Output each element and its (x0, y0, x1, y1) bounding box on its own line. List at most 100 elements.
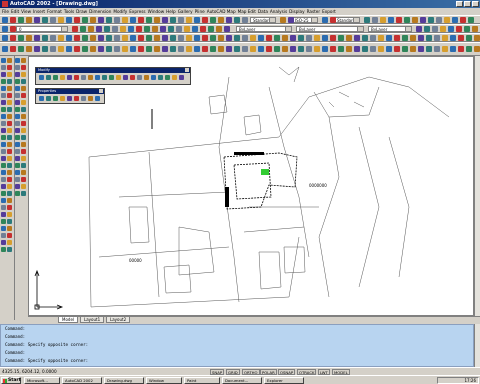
tool-icon[interactable] (7, 198, 12, 203)
palette-tool-icon[interactable] (60, 96, 65, 101)
color-combo[interactable]: ByLayer (236, 26, 292, 32)
palette-tool-icon[interactable] (53, 96, 58, 101)
toolbar-button-icon[interactable] (378, 35, 384, 41)
toolbar-button-icon[interactable] (58, 35, 64, 41)
tool-icon[interactable] (15, 72, 20, 77)
taskbar-item[interactable]: Microsoft... (24, 377, 60, 384)
text-style-combo[interactable]: Standard (250, 17, 276, 23)
palette-tool-icon[interactable] (179, 75, 184, 80)
vertical-scrollbar[interactable] (474, 56, 480, 316)
tool-icon[interactable] (21, 100, 26, 105)
tool-icon[interactable] (1, 79, 6, 84)
palette-tool-icon[interactable] (81, 96, 86, 101)
toolbar-button-icon[interactable] (388, 17, 394, 23)
tool-icon[interactable] (1, 86, 6, 91)
palette-tool-icon[interactable] (60, 75, 65, 80)
toolbar-button-icon[interactable] (266, 35, 272, 41)
tool-icon[interactable] (7, 135, 12, 140)
palette-tool-icon[interactable] (74, 75, 79, 80)
toolbar-button-icon[interactable] (42, 35, 48, 41)
toolbar-button-icon[interactable] (424, 26, 430, 32)
tab-model[interactable]: Model (58, 317, 79, 323)
toolbar-button-icon[interactable] (396, 17, 402, 23)
toolbar-button-icon[interactable] (114, 46, 120, 52)
tool-icon[interactable] (7, 156, 12, 161)
menu-item[interactable]: Modify (113, 8, 127, 15)
palette-tool-icon[interactable] (46, 96, 51, 101)
toolbar-button-icon[interactable] (394, 35, 400, 41)
tool-icon[interactable] (1, 198, 6, 203)
tool-icon[interactable] (1, 233, 6, 238)
toolbar-button-icon[interactable] (426, 35, 432, 41)
tool-icon[interactable] (7, 93, 12, 98)
toolbar-button-icon[interactable] (314, 46, 320, 52)
toolbar-button-icon[interactable] (90, 17, 96, 23)
menu-item[interactable]: Gallery (178, 8, 193, 15)
palette-tool-icon[interactable] (39, 75, 44, 80)
toolbar-button-icon[interactable] (472, 26, 478, 32)
taskbar-item[interactable]: Paint (184, 377, 220, 384)
menu-item[interactable]: Edit (11, 8, 19, 15)
tool-icon[interactable] (1, 184, 6, 189)
toolbar-button-icon[interactable] (250, 35, 256, 41)
toolbar-button-icon[interactable] (2, 17, 8, 23)
menu-item[interactable]: View (21, 8, 31, 15)
table-style-combo[interactable]: Standard (334, 17, 360, 23)
toolbar-button-icon[interactable] (104, 26, 110, 32)
modify-palette[interactable]: Modify (35, 67, 191, 85)
toolbar-button-icon[interactable] (234, 17, 240, 23)
tool-icon[interactable] (15, 79, 20, 84)
toolbar-button-icon[interactable] (34, 46, 40, 52)
tool-icon[interactable] (7, 114, 12, 119)
palette-tool-icon[interactable] (109, 75, 114, 80)
toolbar-button-icon[interactable] (434, 35, 440, 41)
toolbar-button-icon[interactable] (184, 26, 190, 32)
tool-icon[interactable] (1, 114, 6, 119)
toolbar-button-icon[interactable] (50, 46, 56, 52)
tool-icon[interactable] (1, 212, 6, 217)
toolbar-button-icon[interactable] (370, 35, 376, 41)
toolbar-button-icon[interactable] (466, 46, 472, 52)
tool-icon[interactable] (1, 240, 6, 245)
close-button[interactable] (472, 1, 479, 7)
toolbar-button-icon[interactable] (10, 46, 16, 52)
toolbar-button-icon[interactable] (42, 17, 48, 23)
tool-icon[interactable] (7, 86, 12, 91)
toolbar-button-icon[interactable] (362, 35, 368, 41)
tool-icon[interactable] (15, 191, 20, 196)
taskbar-item[interactable]: Document... (222, 377, 262, 384)
palette-tool-icon[interactable] (81, 75, 86, 80)
palette-tool-icon[interactable] (67, 96, 72, 101)
toolbar-button-icon[interactable] (418, 35, 424, 41)
toolbar-button-icon[interactable] (210, 17, 216, 23)
menu-item[interactable]: Format (47, 8, 62, 15)
tool-icon[interactable] (7, 233, 12, 238)
toolbar-button-icon[interactable] (42, 46, 48, 52)
tool-icon[interactable] (7, 121, 12, 126)
toolbar-button-icon[interactable] (434, 46, 440, 52)
toolbar-button-icon[interactable] (120, 26, 126, 32)
tool-icon[interactable] (15, 184, 20, 189)
toolbar-button-icon[interactable] (258, 35, 264, 41)
tool-icon[interactable] (15, 156, 20, 161)
toolbar-button-icon[interactable] (114, 17, 120, 23)
toolbar-button-icon[interactable] (162, 17, 168, 23)
minimize-button[interactable] (456, 1, 463, 7)
tool-icon[interactable] (7, 247, 12, 252)
toolbar-button-icon[interactable] (404, 17, 410, 23)
menu-item[interactable]: Analysis (270, 8, 287, 15)
toolbar-button-icon[interactable] (138, 17, 144, 23)
tool-icon[interactable] (7, 177, 12, 182)
toolbar-button-icon[interactable] (380, 17, 386, 23)
toolbar-button-icon[interactable] (280, 17, 286, 23)
toolbar-button-icon[interactable] (416, 26, 422, 32)
toolbar-button-icon[interactable] (378, 46, 384, 52)
toolbar-button-icon[interactable] (138, 35, 144, 41)
tool-icon[interactable] (1, 72, 6, 77)
tool-icon[interactable] (15, 170, 20, 175)
tool-icon[interactable] (7, 100, 12, 105)
toolbar-button-icon[interactable] (122, 35, 128, 41)
menu-item[interactable]: Display (289, 8, 304, 15)
tool-icon[interactable] (1, 156, 6, 161)
tool-icon[interactable] (21, 121, 26, 126)
